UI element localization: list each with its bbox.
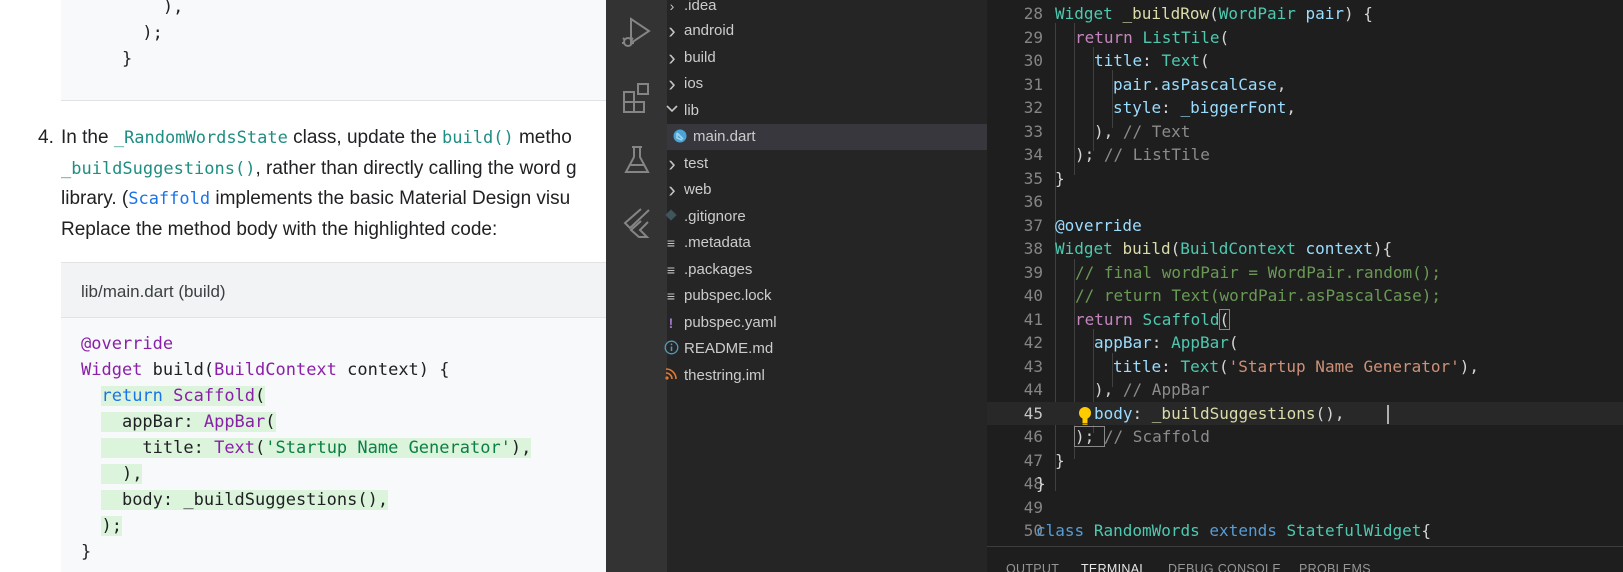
step-number: 4. — [38, 127, 54, 148]
code-line: Widget build(BuildContext context) { — [81, 360, 450, 380]
editor-line[interactable]: 31 pair.asPascalCase, — [987, 73, 1623, 97]
code-editor[interactable]: 28 Widget _buildRow(WordPair pair) { 29 … — [987, 0, 1623, 572]
code-snippet-build: lib/main.dart (build) @override Widget b… — [61, 262, 606, 572]
tree-item-pubspec-lock[interactable]: ≡ pubspec.lock — [667, 283, 987, 309]
extensions-icon[interactable] — [619, 80, 655, 116]
code-snippet-previous: ), ); } — [61, 0, 606, 101]
file-explorer: › .idea › android › build › ios lib main… — [664, 0, 987, 572]
info-circle-icon — [663, 340, 679, 358]
editor-line[interactable]: 42 appBar: AppBar( — [987, 331, 1623, 355]
editor-line[interactable]: 29 return ListTile( — [987, 26, 1623, 50]
editor-line[interactable]: 34 ); // ListTile — [987, 143, 1623, 167]
inline-code-build: build() — [442, 128, 514, 148]
git-diamond-icon — [663, 208, 679, 226]
tree-item-idea-folder[interactable]: › .idea — [667, 0, 987, 19]
text-file-lines-icon: ≡ — [666, 288, 676, 304]
chevron-right-icon: › — [668, 71, 676, 96]
chevron-down-icon — [664, 101, 680, 119]
documentation-page: ), ); } 4. In the _RandomWordsState clas… — [0, 0, 606, 572]
chevron-right-icon: › — [668, 177, 676, 202]
testing-flask-icon[interactable] — [619, 142, 655, 178]
tab-debug-console[interactable]: DEBUG CONSOLE — [1168, 562, 1281, 572]
editor-line[interactable]: 43 title: Text('Startup Name Generator')… — [987, 355, 1623, 379]
editor-line[interactable]: 48 } — [987, 472, 1623, 496]
inline-code-buildsuggestions: _buildSuggestions() — [61, 158, 256, 179]
code-line-highlighted: ), — [101, 464, 143, 484]
flutter-icon[interactable] — [619, 204, 655, 240]
inline-code-randomwordsstate: _RandomWordsState — [113, 128, 288, 148]
tab-problems[interactable]: PROBLEMS — [1299, 562, 1371, 572]
tree-item-test-folder[interactable]: › test — [667, 151, 987, 177]
chevron-right-icon: › — [669, 0, 675, 14]
step-line-3: library. (Scaffold implements the basic … — [61, 188, 571, 209]
text-cursor — [1387, 405, 1389, 424]
tree-item-readme[interactable]: README.md — [664, 336, 987, 362]
editor-line[interactable]: 46 ); // Scaffold — [987, 425, 1623, 449]
text-file-lines-icon: ≡ — [666, 262, 676, 278]
yaml-exclamation-icon: ! — [668, 315, 674, 331]
text-file-lines-icon: ≡ — [666, 235, 676, 251]
rss-feed-icon — [663, 367, 679, 385]
editor-line[interactable]: 33 ), // Text — [987, 120, 1623, 144]
code-line: } — [81, 49, 133, 69]
code-line-highlighted: return Scaffold( — [101, 386, 266, 406]
editor-line[interactable]: 38 Widget build(BuildContext context){ — [987, 237, 1623, 261]
code-line: } — [81, 542, 92, 562]
chevron-right-icon: › — [668, 18, 676, 43]
tree-item-ios-folder[interactable]: › ios — [667, 71, 987, 97]
tree-item-web-folder[interactable]: › web — [667, 177, 987, 203]
tab-terminal[interactable]: TERMINAL — [1081, 562, 1147, 572]
step-line-2: _buildSuggestions(), rather than directl… — [61, 157, 577, 179]
step-line-4: Replace the method body with the highlig… — [61, 218, 498, 240]
tree-item-gitignore[interactable]: .gitignore — [665, 204, 987, 230]
chevron-right-icon: › — [668, 151, 676, 176]
lightbulb-icon[interactable] — [1078, 406, 1092, 426]
editor-line[interactable]: 37 @override — [987, 214, 1623, 238]
editor-line[interactable]: 39 // final wordPair = WordPair.random()… — [987, 261, 1623, 285]
editor-line[interactable]: 41 return Scaffold( — [987, 308, 1623, 332]
code-line-highlighted: title: Text('Startup Name Generator'), — [101, 438, 532, 458]
editor-line[interactable]: 44 ), // AppBar — [987, 378, 1623, 402]
editor-line[interactable]: 49 — [987, 496, 1623, 520]
tree-item-thestring-iml[interactable]: thestring.iml — [665, 363, 987, 389]
tree-item-android-folder[interactable]: › android — [667, 18, 987, 44]
editor-line[interactable]: 35 } — [987, 167, 1623, 191]
dart-file-icon — [672, 128, 688, 146]
code-line: ), — [81, 0, 184, 17]
editor-line[interactable]: 40 // return Text(wordPair.asPascalCase)… — [987, 284, 1623, 308]
editor-line[interactable]: 30 title: Text( — [987, 49, 1623, 73]
editor-line[interactable]: 28 Widget _buildRow(WordPair pair) { — [987, 2, 1623, 26]
tree-item-metadata[interactable]: ≡ .metadata — [667, 230, 987, 256]
editor-line[interactable]: 47 } — [987, 449, 1623, 473]
editor-line[interactable]: 50 class RandomWords extends StatefulWid… — [987, 519, 1623, 543]
chevron-right-icon: › — [668, 45, 676, 70]
tab-output[interactable]: OUTPUT — [1006, 562, 1059, 572]
editor-line[interactable]: 32 style: _biggerFont, — [987, 96, 1623, 120]
tree-item-pubspec-yaml[interactable]: ! pubspec.yaml — [667, 310, 987, 336]
code-snippet-header: lib/main.dart (build) — [61, 263, 606, 318]
code-line-highlighted: ); — [101, 516, 122, 536]
tree-item-lib-folder[interactable]: lib — [664, 98, 987, 124]
scaffold-link[interactable]: Scaffold — [128, 189, 210, 209]
code-line-highlighted: body: _buildSuggestions(), — [101, 490, 389, 510]
activity-bar — [606, 0, 667, 572]
code-line-highlighted: appBar: AppBar( — [101, 412, 276, 432]
code-line: @override — [81, 334, 174, 354]
tree-item-build-folder[interactable]: › build — [667, 45, 987, 71]
step-line-1: In the _RandomWordsState class, update t… — [61, 127, 572, 148]
editor-line[interactable]: 36 — [987, 190, 1623, 214]
run-debug-icon[interactable] — [619, 14, 655, 50]
code-line: ); — [81, 23, 163, 43]
bottom-panel-tabs: OUTPUT TERMINAL DEBUG CONSOLE PROBLEMS — [987, 546, 1623, 572]
tree-item-packages[interactable]: ≡ .packages — [667, 257, 987, 283]
tree-item-main-dart[interactable]: main.dart — [667, 124, 987, 150]
